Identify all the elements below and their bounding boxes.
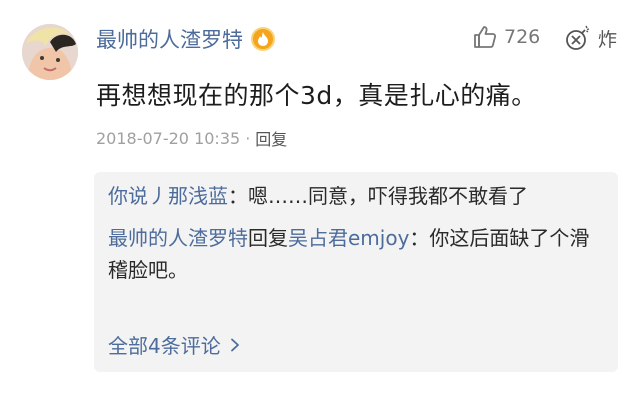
- vip-badge-icon: [251, 27, 275, 51]
- comment-timestamp: 2018-07-20 10:35: [96, 128, 241, 148]
- chevron-right-icon: [230, 338, 239, 351]
- meta-separator: ·: [245, 128, 251, 148]
- reply-word: 回复: [248, 226, 288, 250]
- reply-item[interactable]: 最帅的人渣罗特回复吴占君emjoy：你这后面缺了个滑稽脸吧。: [108, 222, 604, 286]
- all-replies-link[interactable]: 全部4条评论: [108, 330, 241, 359]
- reply-author[interactable]: 最帅的人渣罗特: [108, 226, 248, 250]
- reply-separator: ：: [409, 226, 430, 250]
- reply-target-user[interactable]: 吴占君emjoy: [288, 226, 409, 250]
- explode-button[interactable]: 炸: [564, 24, 617, 52]
- avatar[interactable]: [22, 24, 78, 80]
- all-replies-label[interactable]: 全部4条评论: [108, 330, 221, 359]
- reply-separator: ：: [228, 184, 248, 208]
- comment-author-name[interactable]: 最帅的人渣罗特: [96, 24, 243, 54]
- reply-button[interactable]: 回复: [255, 126, 287, 150]
- like-count: 726: [504, 26, 541, 48]
- comment-meta: 2018-07-20 10:35 · 回复: [96, 126, 287, 150]
- thumbs-up-icon: [474, 26, 497, 48]
- bomb-icon: [566, 25, 590, 50]
- replies-panel: 你说丿那浅蓝：嗯……同意，吓得我都不敢看了 最帅的人渣罗特回复吴占君emjoy：…: [94, 172, 618, 372]
- explode-label: 炸: [598, 28, 618, 51]
- comment-body: 再想想现在的那个3d，真是扎心的痛。: [96, 81, 537, 110]
- reply-text: 嗯……同意，吓得我都不敢看了: [248, 184, 528, 208]
- avatar-image: [22, 24, 78, 80]
- reply-author[interactable]: 你说丿那浅蓝: [108, 184, 228, 208]
- like-button[interactable]: 726: [472, 24, 540, 50]
- comment-author[interactable]: 最帅的人渣罗特: [96, 24, 275, 54]
- reply-item[interactable]: 你说丿那浅蓝：嗯……同意，吓得我都不敢看了: [108, 180, 604, 212]
